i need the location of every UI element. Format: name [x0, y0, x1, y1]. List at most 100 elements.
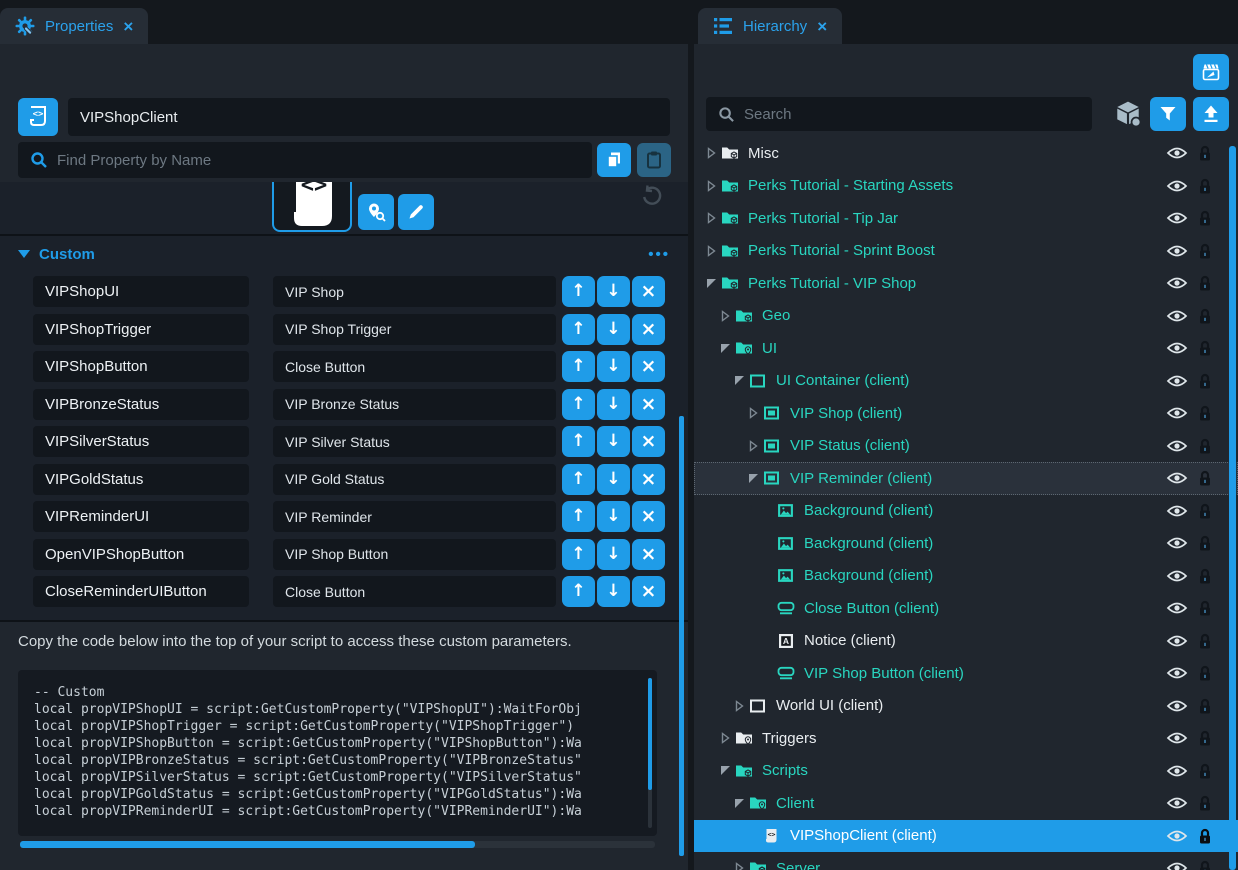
property-name-field[interactable]: VIPReminderUI: [33, 501, 249, 532]
property-value-field[interactable]: Close Button: [273, 576, 556, 607]
upload-button[interactable]: [1193, 97, 1229, 131]
lock-icon[interactable]: [1198, 470, 1212, 487]
visibility-eye-icon[interactable]: [1166, 503, 1188, 518]
tree-row[interactable]: A Notice (client): [694, 625, 1238, 658]
hierarchy-search-field[interactable]: [706, 97, 1092, 131]
property-name-field[interactable]: VIPShopUI: [33, 276, 249, 307]
code-vertical-scrollbar[interactable]: [648, 678, 652, 828]
visibility-eye-icon[interactable]: [1166, 666, 1188, 681]
tree-row[interactable]: Client: [694, 787, 1238, 820]
expander-icon[interactable]: [730, 862, 748, 870]
expander-icon[interactable]: [716, 310, 734, 322]
lock-icon[interactable]: [1198, 177, 1212, 194]
close-icon[interactable]: ×: [123, 18, 133, 35]
delete-property-button[interactable]: ×: [632, 501, 665, 532]
expander-icon[interactable]: [716, 765, 734, 776]
move-up-button[interactable]: ↑: [562, 464, 595, 495]
move-down-button[interactable]: ↓: [597, 351, 630, 382]
expander-icon[interactable]: [716, 343, 734, 354]
delete-property-button[interactable]: ×: [632, 276, 665, 307]
lock-icon[interactable]: [1198, 600, 1212, 617]
close-icon[interactable]: ×: [817, 18, 827, 35]
object-name-field[interactable]: [68, 98, 670, 136]
tree-row[interactable]: Misc: [694, 137, 1238, 170]
expander-icon[interactable]: [730, 798, 748, 809]
delete-property-button[interactable]: ×: [632, 539, 665, 570]
hierarchy-scrollbar[interactable]: [1229, 146, 1236, 870]
visibility-eye-icon[interactable]: [1166, 438, 1188, 453]
property-value-field[interactable]: VIP Shop Button: [273, 539, 556, 570]
move-up-button[interactable]: ↑: [562, 351, 595, 382]
hierarchy-search-input[interactable]: [744, 106, 1080, 123]
tree-row[interactable]: UI: [694, 332, 1238, 365]
tree-row[interactable]: Close Button (client): [694, 592, 1238, 625]
lock-icon[interactable]: [1198, 697, 1212, 714]
expander-icon[interactable]: [702, 212, 720, 224]
move-up-button[interactable]: ↑: [562, 539, 595, 570]
visibility-eye-icon[interactable]: [1166, 308, 1188, 323]
move-up-button[interactable]: ↑: [562, 426, 595, 457]
lock-icon[interactable]: [1198, 405, 1212, 422]
visibility-eye-icon[interactable]: [1166, 731, 1188, 746]
visibility-eye-icon[interactable]: [1166, 536, 1188, 551]
lock-icon[interactable]: [1198, 665, 1212, 682]
script-scroll-icon[interactable]: <>: [18, 98, 58, 136]
property-name-field[interactable]: VIPShopButton: [33, 351, 249, 382]
lock-icon[interactable]: [1198, 762, 1212, 779]
edit-script-button[interactable]: [398, 194, 434, 230]
lock-icon[interactable]: [1198, 145, 1212, 162]
lock-icon[interactable]: [1198, 372, 1212, 389]
tree-row[interactable]: Scripts: [694, 755, 1238, 788]
expander-icon[interactable]: [702, 147, 720, 159]
lock-icon[interactable]: [1198, 502, 1212, 519]
visibility-eye-icon[interactable]: [1166, 471, 1188, 486]
expander-icon[interactable]: [702, 180, 720, 192]
lock-icon[interactable]: [1198, 437, 1212, 454]
move-down-button[interactable]: ↓: [597, 501, 630, 532]
tree-row[interactable]: Perks Tutorial - VIP Shop: [694, 267, 1238, 300]
lock-icon[interactable]: [1198, 307, 1212, 324]
move-down-button[interactable]: ↓: [597, 464, 630, 495]
delete-property-button[interactable]: ×: [632, 464, 665, 495]
collapse-triangle-icon[interactable]: [18, 250, 30, 258]
visibility-eye-icon[interactable]: [1166, 861, 1188, 870]
move-down-button[interactable]: ↓: [597, 276, 630, 307]
move-up-button[interactable]: ↑: [562, 389, 595, 420]
tree-row[interactable]: Geo: [694, 300, 1238, 333]
property-value-field[interactable]: VIP Silver Status: [273, 426, 556, 457]
paste-button[interactable]: [637, 143, 671, 177]
tree-row[interactable]: VIP Shop (client): [694, 397, 1238, 430]
lock-icon[interactable]: [1198, 210, 1212, 227]
lock-icon[interactable]: [1198, 567, 1212, 584]
delete-property-button[interactable]: ×: [632, 314, 665, 345]
move-down-button[interactable]: ↓: [597, 389, 630, 420]
visibility-eye-icon[interactable]: [1166, 796, 1188, 811]
visibility-eye-icon[interactable]: [1166, 568, 1188, 583]
tree-row[interactable]: Perks Tutorial - Tip Jar: [694, 202, 1238, 235]
properties-tab[interactable]: Properties ×: [0, 8, 148, 44]
generated-code-block[interactable]: -- Customlocal propVIPShopUI = script:Ge…: [18, 670, 657, 836]
tree-row[interactable]: Perks Tutorial - Sprint Boost: [694, 235, 1238, 268]
tree-row[interactable]: VIP Status (client): [694, 430, 1238, 463]
visibility-eye-icon[interactable]: [1166, 178, 1188, 193]
property-value-field[interactable]: VIP Bronze Status: [273, 389, 556, 420]
move-up-button[interactable]: ↑: [562, 276, 595, 307]
move-down-button[interactable]: ↓: [597, 539, 630, 570]
move-down-button[interactable]: ↓: [597, 314, 630, 345]
property-value-field[interactable]: VIP Shop: [273, 276, 556, 307]
move-up-button[interactable]: ↑: [562, 501, 595, 532]
property-name-field[interactable]: VIPSilverStatus: [33, 426, 249, 457]
tree-row[interactable]: VIP Reminder (client): [694, 462, 1238, 495]
visibility-eye-icon[interactable]: [1166, 146, 1188, 161]
property-search-input[interactable]: [57, 152, 580, 169]
delete-property-button[interactable]: ×: [632, 576, 665, 607]
reset-icon[interactable]: [640, 184, 666, 210]
move-down-button[interactable]: ↓: [597, 426, 630, 457]
delete-property-button[interactable]: ×: [632, 351, 665, 382]
visibility-eye-icon[interactable]: [1166, 373, 1188, 388]
delete-property-button[interactable]: ×: [632, 389, 665, 420]
visibility-eye-icon[interactable]: [1166, 698, 1188, 713]
visibility-eye-icon[interactable]: [1166, 276, 1188, 291]
visibility-eye-icon[interactable]: [1166, 828, 1188, 843]
tree-row[interactable]: Perks Tutorial - Starting Assets: [694, 170, 1238, 203]
